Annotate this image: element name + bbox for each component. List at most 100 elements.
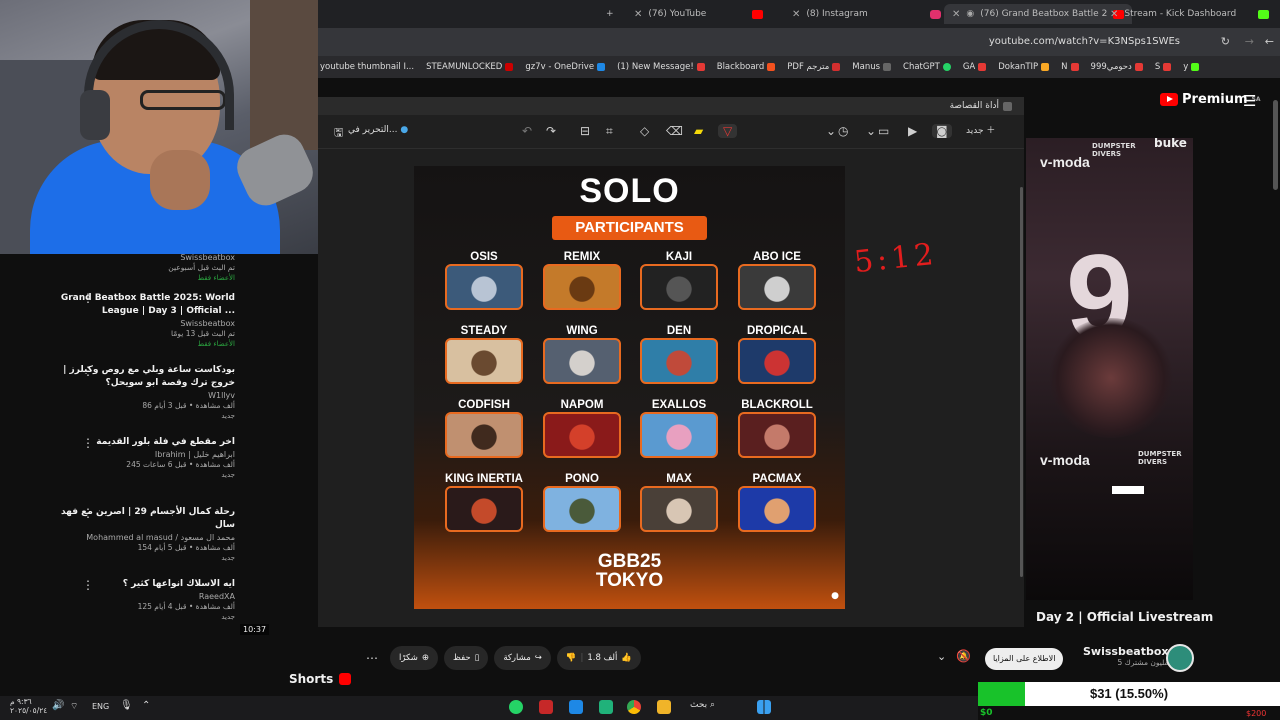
- donation-max: $200: [1246, 709, 1267, 718]
- bookmark-item[interactable]: STEAMUNLOCKED: [426, 62, 514, 72]
- bookmark-item[interactable]: DokanTIP: [998, 62, 1050, 72]
- channel-avatar[interactable]: [1166, 644, 1194, 672]
- video-actions: ⋯ شكرًا ⊕ حفظ ▯ مشاركة ↪ 👎 | 1.8 ألف 👍: [366, 646, 641, 670]
- list-item[interactable]: رحلة كمال الأجسام 29 | اصرين مع فهد سال …: [60, 506, 235, 563]
- windows-start-icon[interactable]: [757, 700, 771, 714]
- participant-photo: [640, 264, 718, 310]
- close-icon[interactable]: ✕: [952, 9, 960, 20]
- chrome-icon[interactable]: [627, 700, 641, 714]
- taskbar-search[interactable]: بحث ⌕: [690, 700, 715, 710]
- list-item[interactable]: اخر مقطع في فلة بلور القديمة Ibrahim | ا…: [60, 436, 235, 480]
- bookmark-item[interactable]: PDF مترجم: [787, 62, 841, 72]
- participant-name: ABO ICE: [753, 251, 801, 263]
- person-hand: [150, 150, 210, 210]
- list-item[interactable]: ايه الاسلاك انواعها كثير ؟ RaeedXA 125 أ…: [60, 578, 235, 622]
- participant-card: ABO ICE: [738, 250, 816, 310]
- like-dislike-button[interactable]: 👎 | 1.8 ألف 👍: [556, 646, 641, 670]
- wifi-icon[interactable]: ⌔: [70, 701, 78, 712]
- menu-icon[interactable]: ☰: [1243, 92, 1256, 110]
- volume-icon[interactable]: 🔊: [52, 700, 64, 711]
- edit-in-button[interactable]: التحرير في... ●: [348, 125, 408, 135]
- new-snip-button[interactable]: جديد ＋: [966, 123, 995, 136]
- language-indicator[interactable]: ENG: [92, 702, 109, 711]
- brand-logo: v-moda: [1040, 452, 1090, 468]
- participant-photo: [738, 486, 816, 532]
- chevron-down-icon[interactable]: ⌄: [937, 650, 946, 663]
- chevron-down-icon[interactable]: ⌄: [866, 124, 876, 138]
- participant-photo: [543, 338, 621, 384]
- text-actions-icon[interactable]: ⊟: [580, 124, 590, 138]
- back-icon[interactable]: ←: [1265, 35, 1274, 48]
- donation-min: $0: [980, 708, 993, 718]
- pen-icon[interactable]: ▽: [718, 124, 738, 138]
- url-field[interactable]: youtube.com/watch?v=K3NSps1SWEs: [989, 36, 1180, 47]
- tab-grand-beatbox[interactable]: ✕ ◉ (76) Grand Beatbox Battle 2: [944, 4, 1133, 24]
- tab-kick[interactable]: ✕ Stream - Kick Dashboard: [1110, 4, 1270, 24]
- participant-card: MAX: [640, 472, 718, 532]
- list-item[interactable]: بودكاست ساعة وبلي مع روص وكيلرز | خروج ت…: [60, 364, 235, 421]
- bookmark-item[interactable]: (1) New Message!: [617, 62, 705, 72]
- participant-card: KING INERTIA: [445, 472, 523, 532]
- reload-icon[interactable]: ↻: [1221, 35, 1230, 48]
- bookmark-item[interactable]: ChatGPT: [903, 62, 951, 72]
- bookmark-item[interactable]: 999دحومي: [1091, 62, 1143, 72]
- thanks-button[interactable]: شكرًا ⊕: [390, 646, 438, 670]
- tab-instagram[interactable]: ✕ (8) Instagram: [792, 4, 941, 24]
- participant-name: DROPICAL: [746, 325, 808, 337]
- save-icon[interactable]: 🖫: [334, 124, 343, 143]
- snipping-tool-window: أداة القصاصة 🖫 التحرير في... ● ↶ ↷ ⊟ ⌗ ◇…: [318, 97, 1024, 627]
- redo-icon[interactable]: ↷: [546, 124, 556, 138]
- timer-icon[interactable]: ◷: [838, 124, 848, 138]
- notifications-off-icon[interactable]: 🔕: [956, 649, 971, 663]
- bookmark-item[interactable]: gz7v - OneDrive: [525, 62, 606, 72]
- more-icon[interactable]: ⋯: [366, 651, 384, 665]
- file-explorer-icon[interactable]: [657, 700, 671, 714]
- window-mode-icon[interactable]: ▭: [878, 124, 889, 138]
- close-icon[interactable]: ✕: [634, 9, 642, 20]
- bookmark-item[interactable]: N: [1061, 62, 1079, 72]
- app-icon[interactable]: [599, 700, 613, 714]
- share-button[interactable]: مشاركة ↪: [494, 646, 551, 670]
- channel-info[interactable]: Swissbeatbox 5 مليون مشترك: [1083, 645, 1169, 667]
- close-icon[interactable]: ✕: [1110, 9, 1118, 20]
- crop-icon[interactable]: ⌗: [606, 124, 613, 139]
- eraser-icon[interactable]: ⌫: [666, 124, 683, 138]
- shapes-icon[interactable]: ◇: [640, 124, 649, 138]
- forward-icon[interactable]: →: [1245, 35, 1254, 48]
- bookmark-item[interactable]: youtube thumbnail I...: [320, 62, 414, 72]
- list-item[interactable]: Grand Beatbox Battle 2025: World League …: [60, 292, 235, 349]
- microphone-icon[interactable]: 🎙: [120, 700, 133, 711]
- bookmark-item[interactable]: GA: [963, 62, 987, 72]
- save-button[interactable]: حفظ ▯: [444, 646, 489, 670]
- app-icon[interactable]: [569, 700, 583, 714]
- participant-photo: [445, 486, 523, 532]
- video-player[interactable]: v-moda DUMPSTER DIVERS buke 9 v-moda DUM…: [1026, 138, 1193, 600]
- list-item[interactable]: Swissbeatbox تم البث قبل أسبوعين الأعضاء…: [60, 252, 235, 283]
- clock[interactable]: ٩:٣٦ م ٢٠٢٥/٠٥/٢٤: [10, 697, 47, 715]
- bookmark-item[interactable]: Manus: [852, 62, 892, 72]
- snipping-tool-icon[interactable]: [539, 700, 553, 714]
- snip-canvas[interactable]: SOLO PARTICIPANTS OSIS REMIX KAJI ABO ICE ST…: [318, 149, 1024, 627]
- undo-icon[interactable]: ↶: [522, 124, 532, 138]
- participant-photo: [640, 486, 718, 532]
- chevron-up-icon[interactable]: ⌃: [142, 700, 150, 711]
- camera-mode-icon[interactable]: ◙: [932, 124, 952, 138]
- video-mode-icon[interactable]: ▶: [908, 124, 917, 138]
- join-button[interactable]: الاطلاع على المزايا: [985, 648, 1064, 670]
- close-icon[interactable]: ✕: [792, 9, 800, 20]
- tab-youtube[interactable]: ✕ (76) YouTube: [634, 4, 764, 24]
- red-annotation: 5:12: [852, 236, 939, 281]
- new-tab-button[interactable]: +: [606, 4, 614, 24]
- bookmark-item[interactable]: Blackboard: [717, 62, 776, 72]
- bookmark-item[interactable]: y: [1183, 62, 1200, 72]
- snip-scrollbar[interactable]: [1020, 187, 1023, 577]
- bookmark-item[interactable]: S: [1155, 62, 1172, 72]
- chevron-down-icon[interactable]: ⌄: [826, 124, 836, 138]
- participant-name: MAX: [666, 473, 692, 485]
- whatsapp-icon[interactable]: [509, 700, 523, 714]
- participant-card: PACMAX: [738, 472, 816, 532]
- page-scrollbar[interactable]: [1273, 100, 1278, 190]
- participant-card: NAPOM: [543, 398, 621, 458]
- highlighter-icon[interactable]: ▰: [694, 124, 703, 138]
- share-icon: ↪: [534, 653, 542, 663]
